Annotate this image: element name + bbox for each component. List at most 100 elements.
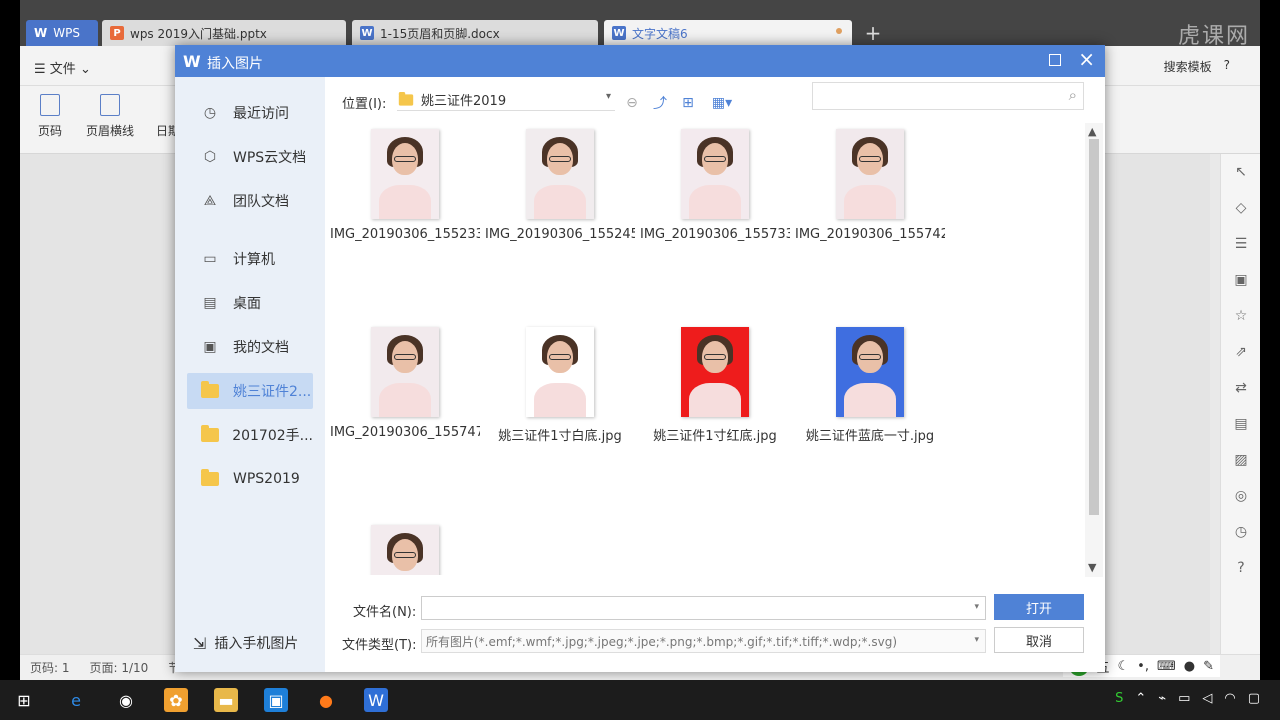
file-item[interactable]: 姚三证件1寸红底.jpg: [640, 327, 790, 444]
file-menu[interactable]: ☰ 文件 ⌄: [34, 58, 91, 77]
photo-thumbnail: [371, 525, 439, 575]
folder-icon: [199, 424, 220, 446]
chevron-down-icon: ▾: [605, 91, 611, 102]
windows-start-icon[interactable]: ⊞: [12, 688, 36, 712]
tab-docx[interactable]: W 1-15页眉和页脚.docx: [352, 20, 598, 46]
sidebar-item-folder-wps2019[interactable]: WPS2019: [187, 461, 313, 497]
sidebar-item-my-documents[interactable]: ▣ 我的文档: [187, 329, 313, 365]
unsaved-dot-icon: [836, 28, 842, 34]
photo-thumbnail: [836, 129, 904, 219]
location-select[interactable]: 姚三证件2019 ▾: [397, 89, 615, 111]
obs-icon[interactable]: ◉: [114, 688, 138, 712]
filetype-select[interactable]: 所有图片(*.emf;*.wmf;*.jpg;*.jpeg;*.jpe;*.pn…: [421, 629, 986, 653]
history-icon[interactable]: ◷: [1221, 514, 1260, 550]
scrollbar-thumb[interactable]: [1089, 139, 1099, 515]
archive-icon[interactable]: ▤: [1221, 406, 1260, 442]
close-icon[interactable]: ×: [1078, 49, 1095, 69]
image-icon[interactable]: ▨: [1221, 442, 1260, 478]
photo-thumbnail: [526, 327, 594, 417]
moon-icon[interactable]: ☾: [1118, 659, 1130, 674]
shape-icon[interactable]: ◇: [1221, 190, 1260, 226]
header-line-icon: [100, 94, 120, 116]
phone-upload-icon: ⇲: [193, 633, 207, 653]
wps-home-tab[interactable]: W WPS: [26, 20, 98, 46]
page-number-button[interactable]: 页码: [30, 94, 70, 139]
edge-browser-icon[interactable]: e: [64, 688, 88, 712]
new-folder-icon[interactable]: ⊞: [677, 93, 699, 113]
sidebar-item-computer[interactable]: ▭ 计算机: [187, 241, 313, 277]
translate-icon[interactable]: ⇄: [1221, 370, 1260, 406]
network-icon[interactable]: ⌁: [1158, 691, 1166, 706]
star-icon[interactable]: ☆: [1221, 298, 1260, 334]
sidebar-item-folder-201702[interactable]: 201702手...: [187, 417, 313, 453]
scroll-down-icon[interactable]: ▼: [1088, 561, 1096, 574]
user-icon[interactable]: ●: [1184, 659, 1195, 674]
sidebar-item-team[interactable]: ⟁ 团队文档: [187, 183, 313, 219]
notification-icon[interactable]: ▢: [1248, 691, 1260, 706]
share-icon[interactable]: ⇗: [1221, 334, 1260, 370]
backup-icon[interactable]: ◎: [1221, 478, 1260, 514]
sidebar-item-wps-cloud[interactable]: ⬡ WPS云文档: [187, 139, 313, 175]
keyboard-icon[interactable]: ⌨: [1157, 659, 1176, 674]
punctuation-icon[interactable]: •,: [1137, 659, 1149, 674]
folder-icon: [199, 468, 221, 490]
sidebar-item-desktop[interactable]: ▤ 桌面: [187, 285, 313, 321]
filename-input[interactable]: ▾: [421, 596, 986, 620]
file-item[interactable]: IMG_20190306_155747.j...: [330, 327, 480, 440]
file-item[interactable]: 姚三证件1寸白底.jpg: [485, 327, 635, 444]
file-item[interactable]: [330, 525, 480, 575]
open-button[interactable]: 打开: [994, 594, 1084, 620]
wrench-icon[interactable]: ✎: [1203, 659, 1214, 674]
new-tab-button[interactable]: +: [860, 20, 886, 46]
file-item[interactable]: 姚三证件蓝底一寸.jpg: [795, 327, 945, 444]
pointer-icon[interactable]: ↖: [1221, 154, 1260, 190]
gallery-icon[interactable]: ▣: [1221, 262, 1260, 298]
presentation-icon: P: [110, 26, 124, 40]
file-item[interactable]: IMG_20190306_155742.j...: [795, 129, 945, 242]
documents-icon: ▣: [203, 339, 217, 355]
tab-active-doc[interactable]: W 文字文稿6: [604, 20, 852, 46]
photo-thumbnail: [371, 327, 439, 417]
wps-taskbar-icon[interactable]: W: [364, 688, 388, 712]
scroll-up-icon[interactable]: ▲: [1088, 125, 1096, 138]
tab-bar: W WPS P wps 2019入门基础.pptx W 1-15页眉和页脚.do…: [20, 0, 1260, 49]
header-line-button[interactable]: 页眉横线: [80, 94, 140, 139]
up-folder-icon[interactable]: ⤴: [649, 93, 671, 113]
back-icon[interactable]: ⊖: [621, 93, 643, 113]
sogou-tray-icon[interactable]: S: [1115, 691, 1123, 706]
photo-thumbnail: [836, 327, 904, 417]
photo-thumbnail: [526, 129, 594, 219]
cube-icon: ⬡: [203, 149, 217, 165]
chevron-up-icon[interactable]: ⌃: [1135, 691, 1146, 706]
tab-pptx[interactable]: P wps 2019入门基础.pptx: [102, 20, 346, 46]
file-item[interactable]: IMG_20190306_155245.j...: [485, 129, 635, 242]
sidebar-item-recent[interactable]: ◷ 最近访问: [187, 95, 313, 131]
file-item[interactable]: IMG_20190306_155233.j...: [330, 129, 480, 242]
search-template-link[interactable]: 搜索模板: [1164, 58, 1212, 75]
windows-taskbar: ⊞ e ◉ ✿ ▬ ▣ ● W S ⌃ ⌁ ▭ ◁ ◠ ▢: [0, 680, 1280, 720]
view-mode-icon[interactable]: ▦▾: [707, 93, 737, 113]
battery-icon[interactable]: ▭: [1178, 691, 1190, 706]
sidebar-item-folder-yaosan[interactable]: 姚三证件2...: [187, 373, 313, 409]
help-icon[interactable]: ?: [1224, 58, 1230, 75]
search-input[interactable]: ⌕: [812, 82, 1084, 110]
volume-icon[interactable]: ◁: [1202, 691, 1212, 706]
cancel-button[interactable]: 取消: [994, 627, 1084, 653]
app-icon[interactable]: ✿: [164, 688, 188, 712]
wifi-icon[interactable]: ◠: [1224, 691, 1235, 706]
wps-logo-icon: W: [34, 26, 48, 40]
vertical-scrollbar[interactable]: ▲ ▼: [1085, 123, 1103, 577]
monitor-icon: ▭: [203, 251, 217, 267]
photo-thumbnail: [681, 129, 749, 219]
maximize-icon[interactable]: [1049, 54, 1061, 66]
file-item[interactable]: IMG_20190306_155733.j...: [640, 129, 790, 242]
help-circle-icon[interactable]: ?: [1221, 550, 1260, 586]
search-icon: ⌕: [1068, 86, 1077, 104]
settings-sliders-icon[interactable]: ☰: [1221, 226, 1260, 262]
firefox-icon[interactable]: ●: [314, 688, 338, 712]
menu-right: 搜索模板 ?: [1164, 58, 1230, 75]
file-explorer-icon[interactable]: ▬: [214, 688, 238, 712]
folder-icon: [398, 91, 414, 106]
store-icon[interactable]: ▣: [264, 688, 288, 712]
insert-phone-image-button[interactable]: ⇲ 插入手机图片: [193, 633, 298, 653]
